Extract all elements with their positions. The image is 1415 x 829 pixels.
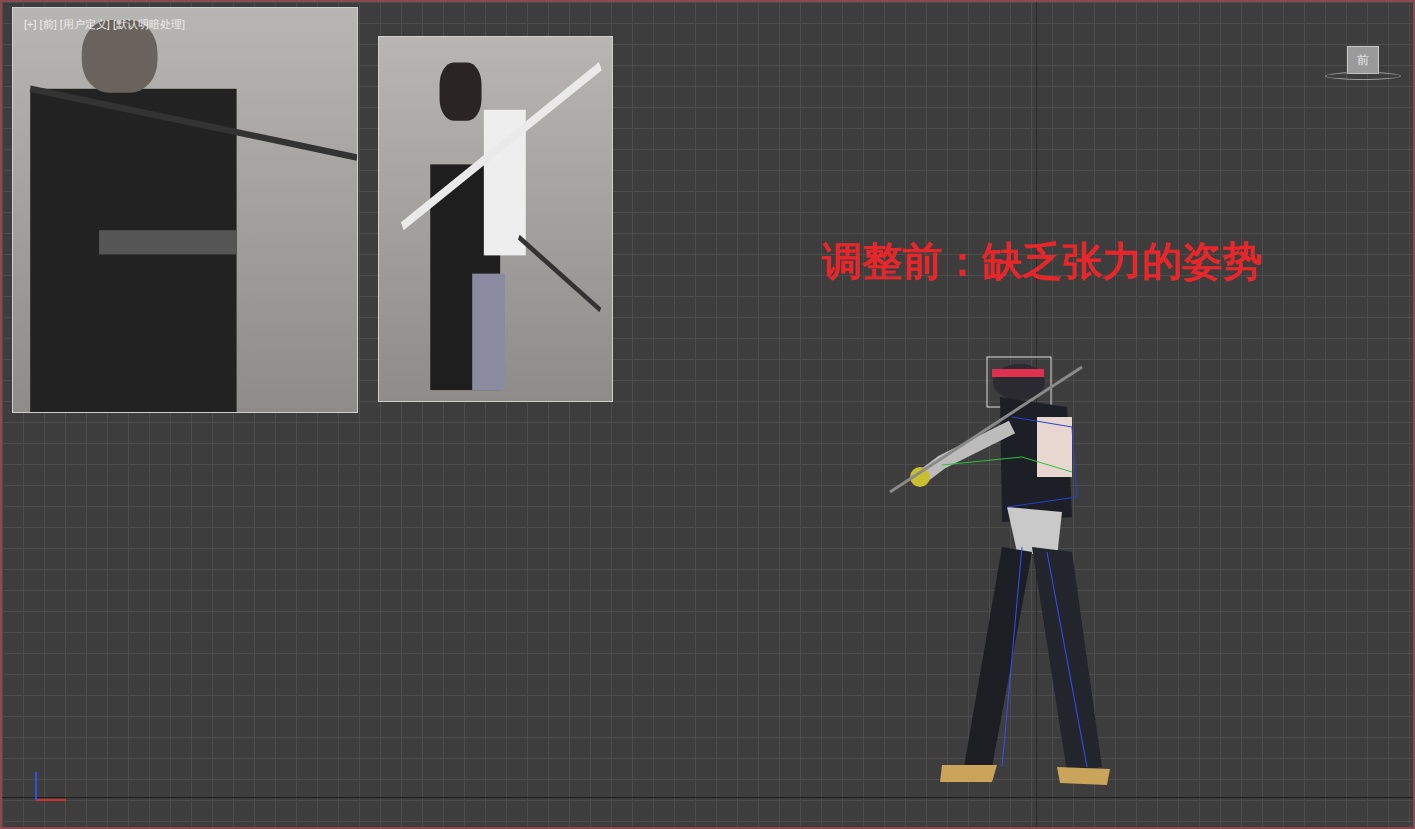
viewport-label[interactable]: [+] [前] [用户定义] [默认明暗处理] [24, 16, 185, 33]
character-rig-icon[interactable] [882, 347, 1122, 797]
photo-figure-icon [13, 8, 357, 412]
reference-photo [12, 7, 358, 413]
reference-photo [378, 36, 613, 402]
viewcube-ring-icon [1325, 72, 1401, 80]
viewport[interactable]: [+] [前] [用户定义] [默认明暗处理] 调整前：缺乏张力的姿势 前 [0, 0, 1415, 829]
photo-figure-icon [379, 37, 612, 401]
viewcube[interactable]: 前 [1324, 46, 1402, 88]
annotation: 调整前：缺乏张力的姿势 [822, 236, 1262, 286]
axis-gizmo-icon [30, 768, 70, 808]
grid-axis-horizontal [2, 797, 1413, 798]
